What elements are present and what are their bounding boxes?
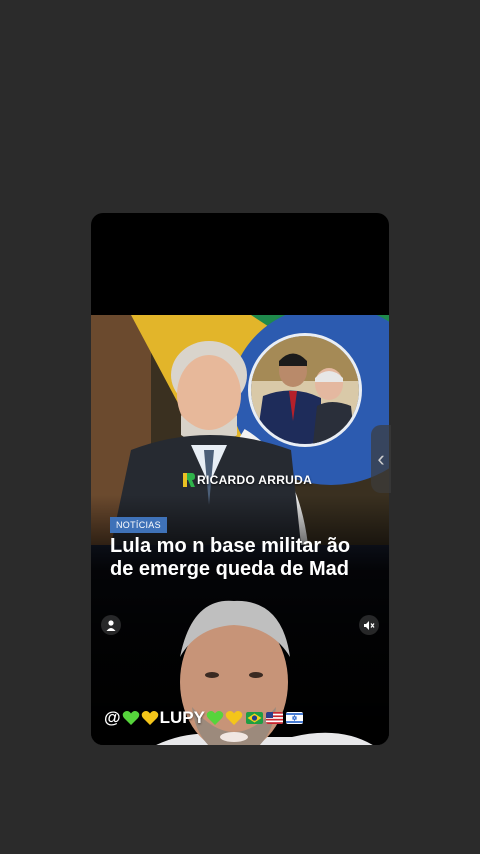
story-screen: RICARDO ARRUDA NOTÍCIAS Lula mo n base m… bbox=[0, 0, 480, 854]
profile-button[interactable] bbox=[101, 615, 121, 635]
category-tag: NOTÍCIAS bbox=[110, 517, 167, 533]
inset-photo bbox=[248, 333, 362, 447]
israel-flag-icon bbox=[285, 712, 303, 724]
chevron-left-icon: ‹ bbox=[377, 446, 385, 471]
yellow-heart-icon bbox=[141, 711, 158, 725]
brand-r-icon bbox=[183, 473, 195, 487]
caption-at: @ bbox=[104, 708, 121, 727]
brand-logo: RICARDO ARRUDA bbox=[183, 473, 312, 487]
next-story-button[interactable]: ‹ bbox=[371, 425, 391, 493]
brazil-flag-icon bbox=[245, 712, 263, 724]
caption-name: LUPY bbox=[159, 708, 205, 727]
story-card[interactable]: RICARDO ARRUDA NOTÍCIAS Lula mo n base m… bbox=[91, 213, 389, 745]
story-caption: @ LUPY bbox=[104, 708, 303, 728]
post-image: RICARDO ARRUDA NOTÍCIAS Lula mo n base m… bbox=[91, 315, 389, 745]
usa-flag-icon bbox=[265, 712, 283, 724]
headline: Lula mo n base militar ão de emerge qued… bbox=[110, 535, 351, 580]
brand-name: RICARDO ARRUDA bbox=[197, 473, 313, 487]
person-icon bbox=[106, 619, 116, 631]
green-heart-icon bbox=[122, 711, 139, 725]
yellow-heart-icon bbox=[225, 711, 243, 725]
green-heart-icon bbox=[206, 711, 224, 725]
